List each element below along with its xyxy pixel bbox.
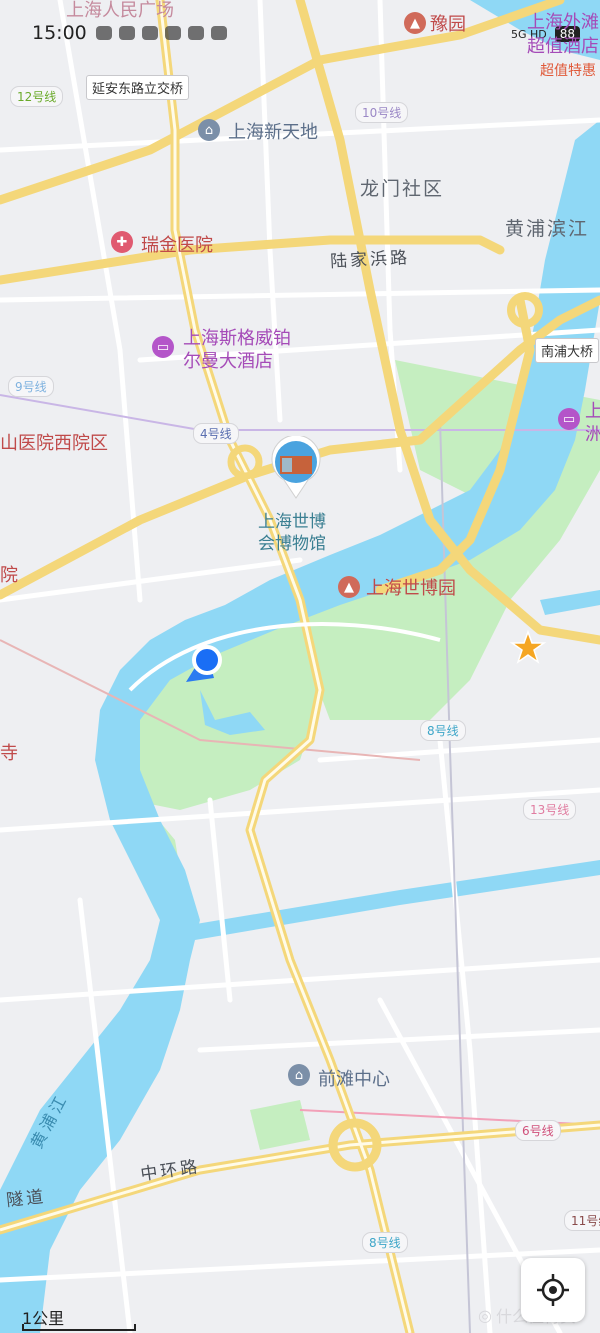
road-tunnel: 隧道 (5, 1186, 48, 1212)
poi-hospital-west[interactable]: 山医院西院区 (0, 429, 108, 455)
app-icon (188, 26, 204, 40)
location-dot-icon (192, 645, 222, 675)
road-lujiabang: 陆家浜路 (329, 247, 411, 273)
hospital-cross-icon: ✚ (111, 231, 133, 253)
app-icon (165, 26, 181, 40)
message-icon (96, 26, 112, 40)
poi-sheraton-2[interactable]: 尔曼大酒店 (183, 347, 273, 373)
app-icon (142, 26, 158, 40)
poi-east-zhou[interactable]: 洲 (585, 420, 600, 446)
poi-expo-park[interactable]: 上海世博园 (366, 574, 456, 600)
metro-10[interactable]: 10号线 (355, 102, 409, 123)
metro-11[interactable]: 11号线 (564, 1210, 600, 1231)
bridge-yanan[interactable]: 延安东路立交桥 (86, 75, 190, 100)
metro-13[interactable]: 13号线 (523, 799, 577, 820)
status-time: 15:00 (32, 22, 87, 44)
metro-6[interactable]: 6号线 (515, 1120, 561, 1141)
poi-partial-si[interactable]: 寺 (0, 739, 18, 765)
crosshair-icon (537, 1274, 569, 1306)
metro-4[interactable]: 4号线 (193, 423, 239, 444)
poi-yuyuan[interactable]: 豫园 (430, 10, 466, 36)
qiantan-park-area (250, 1100, 310, 1150)
river-east (540, 590, 600, 615)
park-icon: ▲ (338, 576, 360, 598)
locate-button[interactable] (521, 1258, 585, 1322)
poi-qiantan[interactable]: 前滩中心 (318, 1065, 390, 1091)
poi-people-square[interactable]: 上海人民广场 (66, 0, 174, 22)
museum-label-2[interactable]: 会博物馆 (258, 529, 326, 554)
notification-icons (96, 26, 227, 40)
map-canvas[interactable] (0, 0, 600, 1333)
scale-bar (22, 1324, 136, 1331)
pin-icon: ⌂ (198, 119, 220, 141)
poi-partial-yuan[interactable]: 院 (0, 561, 18, 587)
poi-waitan-2[interactable]: 超值酒店 (527, 32, 599, 58)
app-icon (119, 26, 135, 40)
app-icon (211, 26, 227, 40)
bridge-nanpu[interactable]: 南浦大桥 (535, 338, 600, 363)
bed-icon: ▭ (558, 408, 580, 430)
poi-xintiandi[interactable]: 上海新天地 (228, 118, 318, 144)
pin-icon: ⌂ (288, 1064, 310, 1086)
metro-8-north[interactable]: 8号线 (420, 720, 466, 741)
bed-icon: ▭ (152, 336, 174, 358)
poi-ruijin[interactable]: 瑞金医院 (141, 231, 213, 257)
museum-marker[interactable] (268, 436, 324, 500)
park-icon: ▲ (404, 12, 426, 34)
canal-south (190, 860, 600, 940)
metro-8-south[interactable]: 8号线 (362, 1232, 408, 1253)
metro-9[interactable]: 9号线 (8, 376, 54, 397)
star-icon[interactable] (509, 629, 547, 664)
poi-waitan-1[interactable]: 上海外滩 (527, 8, 599, 34)
area-huangpu-bank[interactable]: 黄浦滨江 (505, 214, 589, 241)
metro-12[interactable]: 12号线 (10, 86, 64, 107)
promo-chaozhi[interactable]: 超值特惠 (540, 60, 596, 80)
watermark-logo-icon: ◎ (478, 1305, 492, 1325)
area-longmen[interactable]: 龙门社区 (360, 174, 444, 201)
